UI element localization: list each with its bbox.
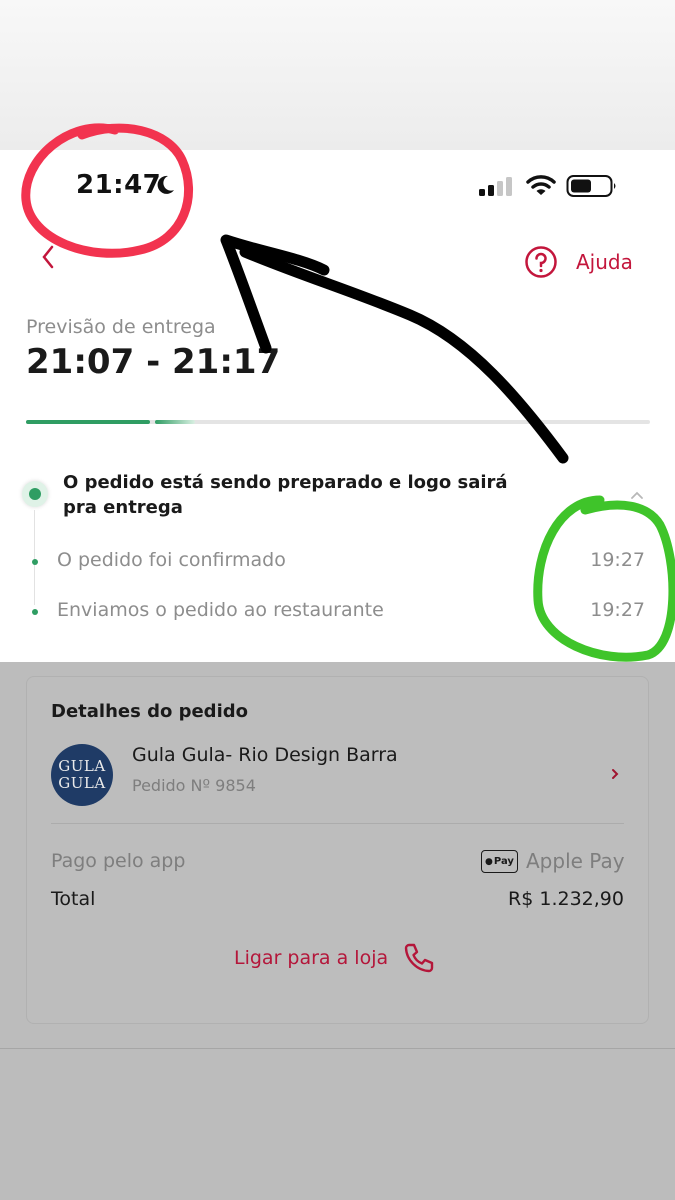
store-logo-text: GULA [58,757,106,775]
timeline-step: O pedido foi confirmado 19:27 [30,549,645,575]
current-status-text: O pedido está sendo preparado e logo sai… [63,472,508,518]
apple-logo-icon: ● [485,856,493,867]
help-button[interactable]: Ajuda [524,244,633,280]
help-label: Ajuda [576,250,633,274]
moon-icon [157,175,174,194]
step-time: 19:27 [590,549,645,571]
battery-icon [566,175,616,197]
call-store-button[interactable]: Ligar para a loja [234,941,436,975]
apple-pay-badge: ● Pay [481,850,518,873]
chevron-up-icon[interactable] [630,490,644,500]
current-status-dot [22,481,48,507]
chevron-right-icon[interactable] [610,767,620,781]
payment-label: Pago pelo app [51,850,186,872]
total-value: R$ 1.232,90 [508,888,624,910]
total-label: Total [51,888,96,910]
wifi-icon [526,175,556,195]
tracking-panel [0,150,675,662]
status-bar-time: 21:47 [76,170,162,200]
card-divider [51,823,624,824]
eta-range: 21:07 - 21:17 [26,342,281,382]
order-number: Pedido Nº 9854 [132,776,256,795]
call-store-label: Ligar para a loja [234,947,389,969]
eta-label: Previsão de entrega [26,316,216,338]
apple-pay-badge-text: Pay [493,856,514,867]
progress-segment-active [155,420,195,424]
question-circle-icon [525,246,557,278]
store-name[interactable]: Gula Gula- Rio Design Barra [132,744,398,766]
back-chevron-icon[interactable] [40,244,56,270]
timeline-step: Enviamos o pedido ao restaurante 19:27 [30,599,645,625]
payment-method: Apple Pay [526,849,625,873]
store-logo: GULA GULA [51,744,113,806]
phone-icon [404,943,434,973]
signal-icon [479,177,512,196]
bottom-divider [0,1048,675,1049]
order-details-title: Detalhes do pedido [51,701,248,722]
store-logo-text: GULA [58,774,106,792]
step-dot [32,609,38,615]
top-background [0,0,675,150]
step-label: O pedido foi confirmado [57,549,286,571]
step-label: Enviamos o pedido ao restaurante [57,599,384,621]
step-time: 19:27 [590,599,645,621]
step-dot [32,559,38,565]
progress-segment-complete [26,420,150,424]
